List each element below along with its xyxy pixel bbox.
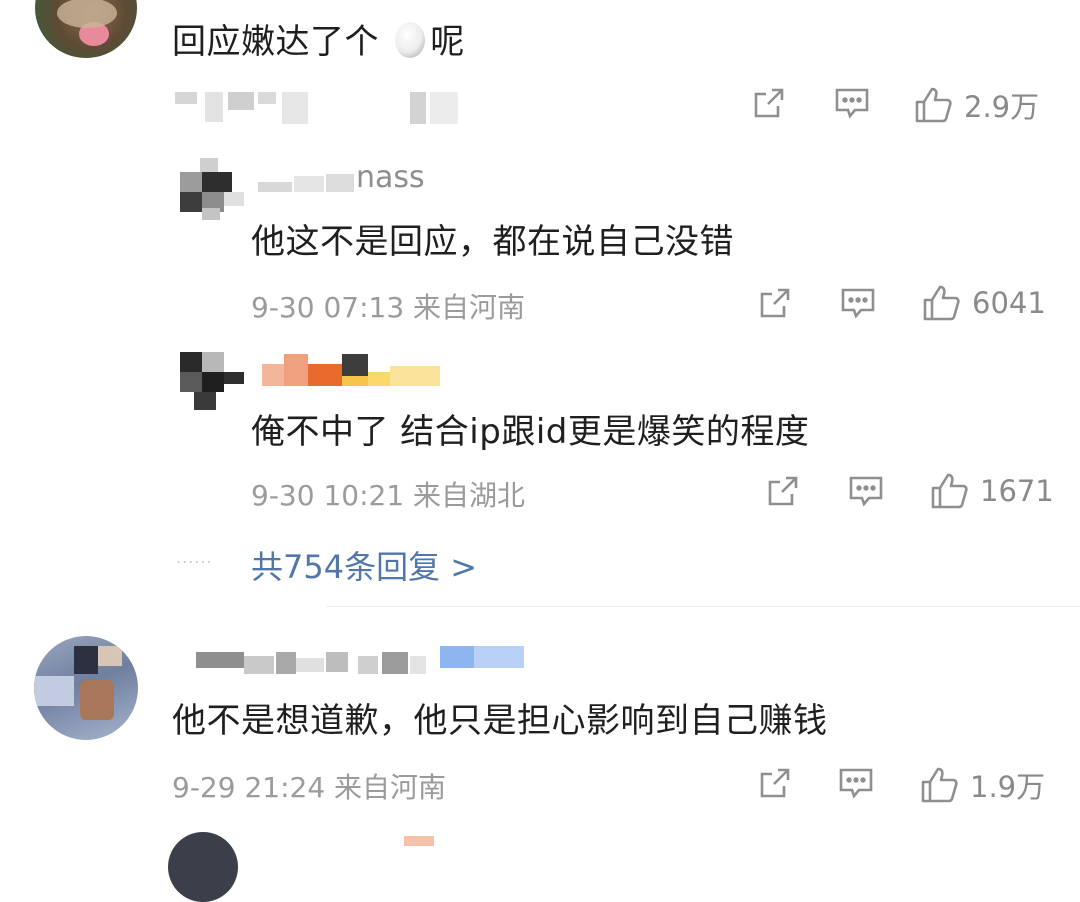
like-count: 2.9万 — [964, 90, 1040, 124]
comment-bubble-icon — [834, 86, 870, 120]
avatar[interactable] — [180, 158, 250, 220]
divider — [326, 606, 1080, 607]
share-square-arrow-icon — [766, 474, 800, 508]
like-button[interactable]: 6041 — [922, 284, 1046, 322]
avatar-snout — [57, 0, 117, 28]
time: 9-30 07:13 — [251, 291, 405, 324]
like-count: 6041 — [972, 286, 1046, 320]
username[interactable]: nass — [258, 160, 438, 198]
thumbs-up-icon — [922, 284, 962, 322]
location: 来自湖北 — [413, 479, 526, 512]
comment-meta: 9-29 21:24 来自河南 — [172, 766, 446, 806]
like-count: 1671 — [980, 474, 1054, 508]
comment-bubble-icon — [840, 286, 876, 320]
location: 来自河南 — [334, 771, 447, 804]
thread-dots: ...... — [176, 548, 213, 567]
like-button[interactable]: 1.9万 — [920, 764, 1045, 806]
avatar[interactable] — [34, 636, 138, 740]
location: 来自河南 — [413, 291, 526, 324]
thumbs-up-icon — [920, 766, 960, 804]
share-button[interactable] — [758, 286, 792, 320]
comment-button[interactable] — [834, 86, 870, 120]
comment-button[interactable] — [848, 474, 884, 508]
like-count: 1.9万 — [970, 770, 1046, 804]
comment-text: 他不是想道歉，他只是担心影响到自己赚钱 — [172, 701, 828, 741]
username[interactable] — [262, 354, 442, 388]
egg-emoji-icon — [392, 19, 428, 68]
share-button[interactable] — [766, 474, 800, 508]
avatar[interactable] — [35, 0, 137, 58]
username[interactable] — [404, 836, 434, 846]
like-button[interactable]: 1671 — [930, 472, 1054, 510]
comment-bubble-icon — [848, 474, 884, 508]
comment-text: 回应嫩达了个 呢 — [172, 14, 465, 68]
comment-button[interactable] — [838, 766, 874, 800]
reply-meta: 9-30 10:21 来自湖北 — [251, 474, 525, 514]
share-square-arrow-icon — [758, 766, 792, 800]
thumbs-up-icon — [930, 472, 970, 510]
reply-text: 他这不是回应，都在说自己没错 — [251, 222, 734, 262]
reply-meta: 9-30 07:13 来自河南 — [251, 286, 525, 326]
share-button[interactable] — [752, 86, 786, 120]
share-square-arrow-icon — [758, 286, 792, 320]
share-square-arrow-icon — [752, 86, 786, 120]
time: 9-29 21:24 — [172, 771, 326, 804]
like-button[interactable]: 2.9万 — [914, 84, 1039, 126]
comment-button[interactable] — [840, 286, 876, 320]
share-button[interactable] — [758, 766, 792, 800]
reply-text: 俺不中了 结合ip跟id更是爆笑的程度 — [251, 412, 810, 452]
username[interactable] — [196, 646, 526, 676]
comment-bubble-icon — [838, 766, 874, 800]
view-replies-link[interactable]: 共754条回复 > — [251, 542, 477, 588]
avatar[interactable] — [180, 352, 246, 410]
thumbs-up-icon — [914, 86, 954, 124]
time: 9-30 10:21 — [251, 479, 405, 512]
